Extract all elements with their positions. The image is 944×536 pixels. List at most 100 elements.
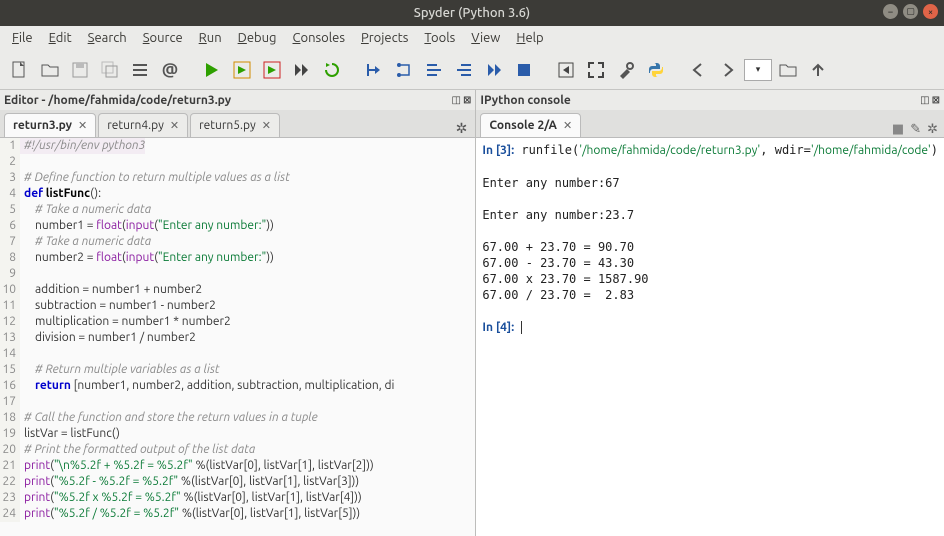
continue-button[interactable] bbox=[480, 56, 508, 84]
line-content[interactable]: number2 = float(input("Enter any number:… bbox=[20, 250, 274, 266]
ipython-console[interactable]: In [3]: runfile('/home/fahmida/code/retu… bbox=[476, 138, 944, 536]
maximize-pane-button[interactable] bbox=[552, 56, 580, 84]
console-stop-icon[interactable]: ■ bbox=[892, 122, 904, 137]
step-button[interactable] bbox=[390, 56, 418, 84]
menu-tools[interactable]: Tools bbox=[416, 28, 463, 48]
line-content[interactable]: # Print the formatted output of the list… bbox=[20, 442, 255, 458]
debug-button[interactable] bbox=[360, 56, 388, 84]
line-content[interactable]: print("%5.2f - %5.2f = %5.2f" %(listVar[… bbox=[20, 474, 359, 490]
line-content[interactable]: print("%5.2f x %5.2f = %5.2f" %(listVar[… bbox=[20, 490, 362, 506]
menu-debug[interactable]: Debug bbox=[230, 28, 285, 48]
menu-edit[interactable]: Edit bbox=[41, 28, 80, 48]
code-line[interactable]: 17 bbox=[0, 394, 475, 410]
console-tab[interactable]: Console 2/A ✕ bbox=[480, 113, 581, 137]
save-button[interactable] bbox=[66, 56, 94, 84]
code-editor[interactable]: 1#!/usr/bin/env python323# Define functi… bbox=[0, 138, 475, 536]
new-file-button[interactable] bbox=[6, 56, 34, 84]
code-line[interactable]: 6 number1 = float(input("Enter any numbe… bbox=[0, 218, 475, 234]
line-content[interactable]: def listFunc(): bbox=[20, 186, 101, 202]
code-line[interactable]: 20# Print the formatted output of the li… bbox=[0, 442, 475, 458]
code-line[interactable]: 5 # Take a numeric data bbox=[0, 202, 475, 218]
line-content[interactable]: #!/usr/bin/env python3 bbox=[20, 138, 145, 154]
list-button[interactable] bbox=[126, 56, 154, 84]
code-line[interactable]: 2 bbox=[0, 154, 475, 170]
code-line[interactable]: 19listVar = listFunc() bbox=[0, 426, 475, 442]
line-content[interactable]: listVar = listFunc() bbox=[20, 426, 120, 442]
menu-consoles[interactable]: Consoles bbox=[285, 28, 353, 48]
code-line[interactable]: 24print("%5.2f / %5.2f = %5.2f" %(listVa… bbox=[0, 506, 475, 522]
line-content[interactable]: division = number1 / number2 bbox=[20, 330, 196, 346]
forward-button[interactable] bbox=[714, 56, 742, 84]
menu-run[interactable]: Run bbox=[191, 28, 230, 48]
browse-dir-button[interactable] bbox=[774, 56, 802, 84]
menu-projects[interactable]: Projects bbox=[353, 28, 416, 48]
code-line[interactable]: 9 bbox=[0, 266, 475, 282]
rerun-button[interactable] bbox=[318, 56, 346, 84]
line-content[interactable]: # Return multiple variables as a list bbox=[20, 362, 220, 378]
code-line[interactable]: 22print("%5.2f - %5.2f = %5.2f" %(listVa… bbox=[0, 474, 475, 490]
preferences-button[interactable] bbox=[612, 56, 640, 84]
parent-dir-button[interactable] bbox=[804, 56, 832, 84]
code-line[interactable]: 14 bbox=[0, 346, 475, 362]
console-close-pane-icon[interactable]: ⊠ bbox=[932, 94, 940, 106]
line-content[interactable]: # Take a numeric data bbox=[20, 202, 151, 218]
line-content[interactable]: # Define function to return multiple val… bbox=[20, 170, 290, 186]
tab-close-icon[interactable]: ✕ bbox=[262, 119, 271, 132]
code-line[interactable]: 21print("\n%5.2f + %5.2f = %5.2f" %(list… bbox=[0, 458, 475, 474]
code-line[interactable]: 7 # Take a numeric data bbox=[0, 234, 475, 250]
code-line[interactable]: 8 number2 = float(input("Enter any numbe… bbox=[0, 250, 475, 266]
code-line[interactable]: 23print("%5.2f x %5.2f = %5.2f" %(listVa… bbox=[0, 490, 475, 506]
code-line[interactable]: 12 multiplication = number1 * number2 bbox=[0, 314, 475, 330]
run-button[interactable] bbox=[198, 56, 226, 84]
menu-view[interactable]: View bbox=[463, 28, 508, 48]
console-tab-close-icon[interactable]: ✕ bbox=[563, 119, 572, 132]
editor-close-pane-icon[interactable]: ⊠ bbox=[463, 94, 471, 106]
editor-tab-return5-py[interactable]: return5.py✕ bbox=[190, 113, 280, 137]
editor-tab-return3-py[interactable]: return3.py✕ bbox=[4, 113, 96, 137]
code-line[interactable]: 13 division = number1 / number2 bbox=[0, 330, 475, 346]
line-content[interactable]: subtraction = number1 - number2 bbox=[20, 298, 216, 314]
code-line[interactable]: 3# Define function to return multiple va… bbox=[0, 170, 475, 186]
code-line[interactable]: 4def listFunc(): bbox=[0, 186, 475, 202]
open-file-button[interactable] bbox=[36, 56, 64, 84]
console-options-icon[interactable]: ✲ bbox=[927, 122, 938, 137]
run-cell-advance-button[interactable] bbox=[258, 56, 286, 84]
editor-options-icon[interactable]: ✲ bbox=[452, 120, 472, 137]
run-cell-button[interactable] bbox=[228, 56, 256, 84]
run-selection-button[interactable] bbox=[288, 56, 316, 84]
code-line[interactable]: 15 # Return multiple variables as a list bbox=[0, 362, 475, 378]
console-undock-icon[interactable]: ◫ bbox=[920, 94, 929, 106]
line-content[interactable] bbox=[20, 266, 24, 282]
editor-tab-return4-py[interactable]: return4.py✕ bbox=[98, 113, 188, 137]
code-line[interactable]: 11 subtraction = number1 - number2 bbox=[0, 298, 475, 314]
line-content[interactable]: return [number1, number2, addition, subt… bbox=[20, 378, 394, 394]
menu-search[interactable]: Search bbox=[80, 28, 135, 48]
step-out-button[interactable] bbox=[450, 56, 478, 84]
at-button[interactable]: @ bbox=[156, 56, 184, 84]
code-line[interactable]: 1#!/usr/bin/env python3 bbox=[0, 138, 475, 154]
code-line[interactable]: 18# Call the function and store the retu… bbox=[0, 410, 475, 426]
save-all-button[interactable] bbox=[96, 56, 124, 84]
minimize-icon[interactable]: – bbox=[883, 4, 898, 19]
line-content[interactable]: number1 = float(input("Enter any number:… bbox=[20, 218, 274, 234]
tab-close-icon[interactable]: ✕ bbox=[170, 119, 179, 132]
line-content[interactable] bbox=[20, 154, 24, 170]
step-into-button[interactable] bbox=[420, 56, 448, 84]
line-content[interactable]: # Take a numeric data bbox=[20, 234, 151, 250]
tab-close-icon[interactable]: ✕ bbox=[78, 119, 87, 132]
line-content[interactable]: print("\n%5.2f + %5.2f = %5.2f" %(listVa… bbox=[20, 458, 374, 474]
line-content[interactable]: # Call the function and store the return… bbox=[20, 410, 318, 426]
line-content[interactable] bbox=[20, 346, 24, 362]
stop-debug-button[interactable] bbox=[510, 56, 538, 84]
maximize-icon[interactable]: ▢ bbox=[903, 4, 918, 19]
close-icon[interactable]: × bbox=[923, 4, 938, 19]
fullscreen-button[interactable] bbox=[582, 56, 610, 84]
menu-help[interactable]: Help bbox=[508, 28, 551, 48]
code-line[interactable]: 16 return [number1, number2, addition, s… bbox=[0, 378, 475, 394]
code-line[interactable]: 10 addition = number1 + number2 bbox=[0, 282, 475, 298]
line-content[interactable]: addition = number1 + number2 bbox=[20, 282, 202, 298]
console-edit-icon[interactable]: ✎ bbox=[910, 122, 921, 137]
back-button[interactable] bbox=[684, 56, 712, 84]
python-path-button[interactable] bbox=[642, 56, 670, 84]
working-dir-dropdown[interactable]: ▾ bbox=[744, 59, 772, 81]
